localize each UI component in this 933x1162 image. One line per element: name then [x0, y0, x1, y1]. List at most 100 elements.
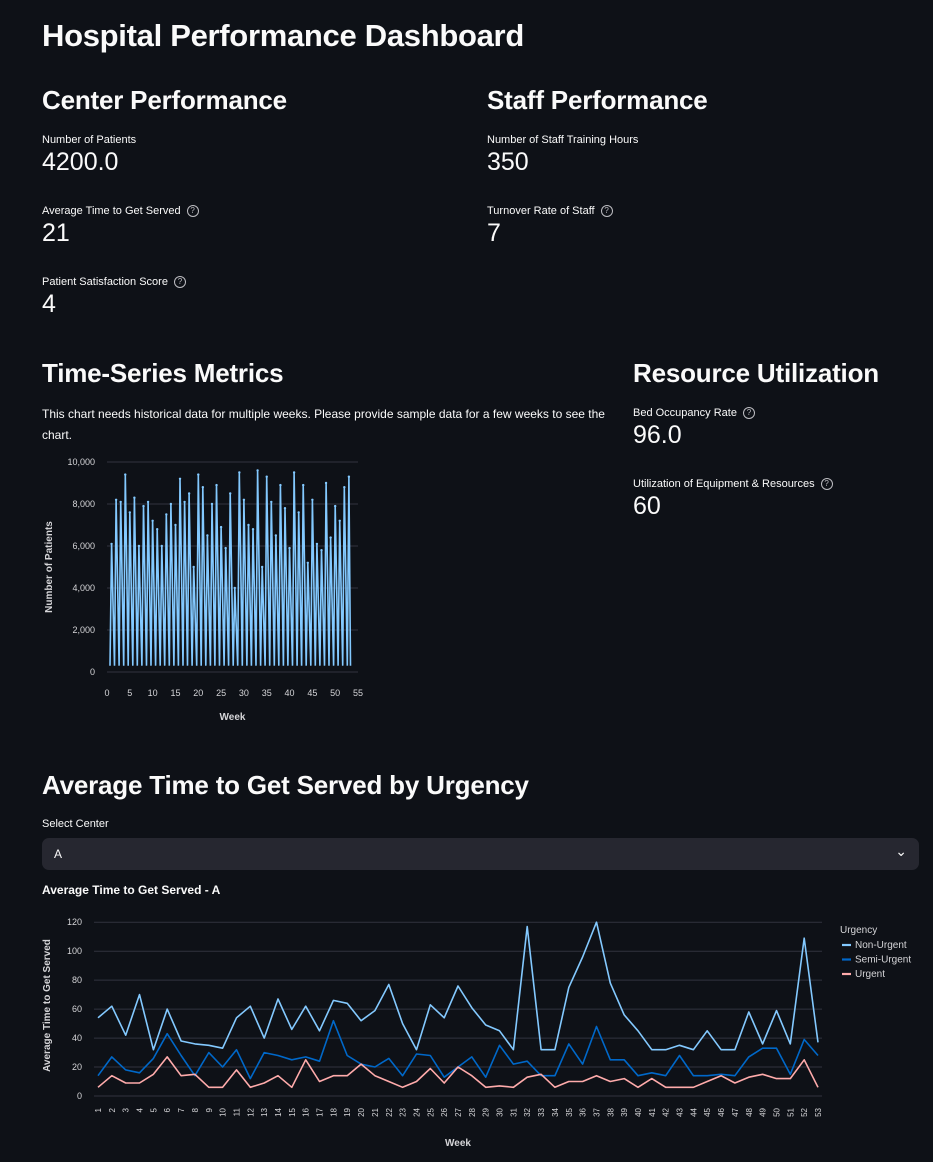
metric-value: 7 [487, 219, 501, 247]
patients-peak-point [110, 542, 113, 546]
x-tick-label: 39 [620, 1107, 629, 1116]
metric-label: Bed Occupancy Rate? [633, 407, 755, 419]
x-tick-label: 4 [136, 1107, 145, 1112]
x-tick-label: 49 [759, 1107, 768, 1116]
x-tick-label: 30 [496, 1107, 505, 1116]
x-tick-label: 40 [634, 1107, 643, 1116]
patients-peak-point [142, 504, 145, 508]
center-select[interactable]: A ⌄ [42, 838, 919, 870]
x-axis-label: Week [220, 712, 246, 723]
x-tick-label: 51 [786, 1107, 795, 1116]
y-tick-label: 6,000 [72, 541, 95, 551]
x-tick-label: 31 [509, 1107, 518, 1116]
y-axis-label: Number of Patients [44, 521, 55, 613]
help-icon[interactable]: ? [600, 205, 613, 217]
urgency-chart-title: Average Time to Get Served - A [42, 883, 221, 897]
x-tick-label: 7 [177, 1107, 186, 1112]
x-tick-label: 29 [482, 1107, 491, 1116]
patients-peak-point [206, 534, 209, 537]
patients-peak-point [333, 504, 337, 508]
metric-value: 350 [487, 148, 529, 176]
patients-peak-point [215, 483, 218, 487]
x-tick-label: 13 [260, 1107, 269, 1116]
x-tick-label: 12 [246, 1107, 255, 1116]
x-tick-label: 8 [191, 1107, 200, 1112]
time-series-heading: Time-Series Metrics [42, 358, 284, 388]
metric-label: Utilization of Equipment & Resources? [633, 478, 833, 490]
patients-peak-point [306, 561, 309, 564]
legend-item[interactable]: Non-Urgent [855, 940, 907, 951]
metric-label: Turnover Rate of Staff? [487, 205, 613, 217]
x-tick-label: 22 [385, 1107, 394, 1116]
x-tick-label: 30 [239, 688, 249, 698]
resource-utilization-heading: Resource Utilization [633, 358, 879, 388]
patients-peak-point [187, 492, 191, 495]
patients-peak-point [329, 536, 332, 539]
x-tick-label: 11 [232, 1107, 241, 1116]
urgency-heading: Average Time to Get Served by Urgency [42, 770, 529, 800]
x-tick-label: 1 [94, 1107, 103, 1112]
patients-peak-point [124, 473, 127, 476]
x-tick-label: 38 [606, 1107, 615, 1116]
help-icon[interactable]: ? [820, 478, 833, 490]
y-tick-label: 120 [67, 917, 82, 927]
patients-peak-point [156, 528, 159, 531]
patients-peak-point [279, 483, 282, 487]
x-tick-label: 5 [149, 1107, 158, 1112]
x-tick-label: 40 [285, 688, 295, 698]
y-tick-label: 0 [90, 667, 95, 677]
x-tick-label: 42 [662, 1107, 671, 1116]
metric-label: Number of Patients [42, 134, 137, 146]
help-icon[interactable]: ? [173, 276, 186, 288]
x-tick-label: 10 [148, 688, 158, 698]
y-tick-label: 4,000 [72, 583, 95, 593]
patients-peak-point [137, 544, 141, 548]
x-tick-label: 19 [343, 1107, 352, 1116]
urgency-line-chart[interactable]: 0204060801001201 2 3 4 5 6 7 8 9 10 11 12 13 14 15 16 17… [36, 905, 926, 1155]
patients-line-chart[interactable]: 0 2,000 4,000 6,000 8,000 10,000 0 5 10 15 20 25 30 3… [40, 452, 370, 727]
x-tick-label: 37 [592, 1107, 601, 1116]
patients-peak-point [256, 469, 259, 472]
patients-peak-point [160, 544, 163, 548]
metric-value: 4200.0 [42, 148, 119, 176]
metric-equipment-utilization: Utilization of Equipment & Resources? 60 [633, 478, 833, 521]
x-tick-label: 48 [745, 1107, 754, 1116]
metric-value: 4 [42, 290, 56, 318]
metric-value: 21 [42, 219, 70, 247]
y-tick-label: 100 [67, 946, 82, 956]
x-tick-label: 25 [216, 688, 226, 698]
time-series-note: This chart needs historical data for mul… [42, 407, 605, 442]
x-tick-label: 25 [426, 1107, 435, 1116]
patients-peak-point [201, 486, 205, 489]
center-performance-heading: Center Performance [42, 85, 287, 115]
legend-item[interactable]: Urgent [855, 969, 885, 980]
patients-peak-point [324, 481, 328, 485]
patients-peak-point [283, 507, 287, 510]
y-tick-label: 60 [72, 1004, 82, 1014]
x-tick-label: 52 [800, 1107, 809, 1116]
patients-peak-point [119, 500, 122, 504]
metric-average-time-served: Average Time to Get Served? 21 [42, 205, 199, 248]
x-tick-label: 53 [814, 1107, 823, 1116]
x-tick-label: 20 [193, 688, 203, 698]
x-axis-label: Week [445, 1138, 471, 1149]
x-tick-label: 36 [579, 1107, 588, 1116]
legend-item[interactable]: Semi-Urgent [855, 955, 911, 966]
metric-bed-occupancy: Bed Occupancy Rate? 96.0 [633, 407, 755, 450]
patients-peak-point [247, 523, 250, 527]
patients-peak-point [338, 519, 341, 522]
metric-turnover-rate: Turnover Rate of Staff? 7 [487, 205, 613, 248]
x-tick-label: 32 [523, 1107, 532, 1116]
patients-peak-point [151, 519, 154, 522]
x-tick-label: 18 [329, 1107, 338, 1116]
select-center-label: Select Center [42, 818, 109, 830]
patients-peak-point [210, 502, 214, 506]
x-tick-label: 50 [772, 1107, 781, 1116]
patients-peak-point [320, 549, 323, 552]
help-icon[interactable]: ? [742, 407, 755, 419]
x-tick-label: 0 [104, 688, 109, 698]
patients-peak-point [174, 523, 177, 527]
patients-peak-point [197, 473, 200, 476]
help-icon[interactable]: ? [186, 205, 199, 217]
chevron-down-icon: ⌄ [895, 843, 907, 859]
